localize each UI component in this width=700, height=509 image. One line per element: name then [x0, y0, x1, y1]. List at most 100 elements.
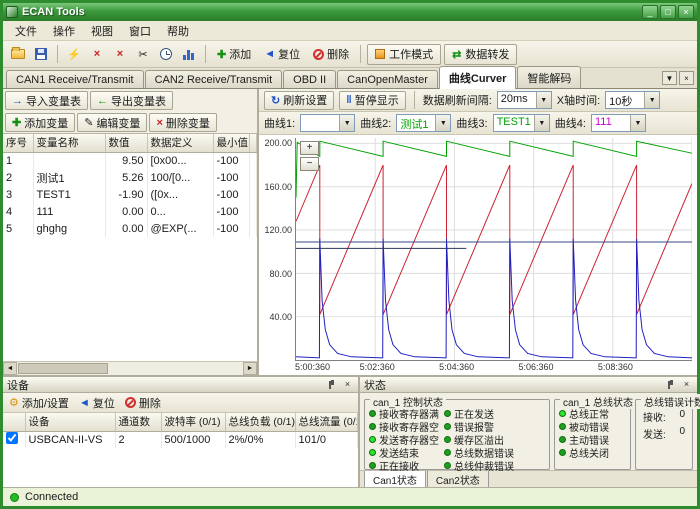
status-item: 总线仲裁错误: [444, 459, 514, 472]
menu-view[interactable]: 视图: [83, 21, 121, 41]
tab-can2[interactable]: CAN2 Receive/Transmit: [145, 70, 283, 88]
device-add-settings-button[interactable]: ⚙ 添加/设置: [9, 395, 69, 411]
chevron-down-icon[interactable]: ▼: [644, 92, 659, 108]
column-header-baud[interactable]: 波特率 (0/1): [161, 413, 225, 431]
chevron-down-icon[interactable]: ▼: [536, 92, 551, 108]
work-mode-button[interactable]: 工作模式: [367, 44, 441, 65]
curve2-value: 测试1: [397, 115, 435, 131]
variable-row[interactable]: 4 111 0.00 0... -100: [3, 203, 257, 220]
refresh-settings-button[interactable]: ↻ 刷新设置: [264, 91, 334, 110]
tab-decode[interactable]: 智能解码: [517, 66, 581, 88]
clear-button[interactable]: ×: [110, 44, 130, 64]
timer-button[interactable]: [156, 44, 176, 64]
connect-button[interactable]: ⚡: [64, 44, 84, 64]
column-header-definition[interactable]: 数据定义: [147, 134, 213, 152]
gear-icon: ⚙: [9, 396, 19, 409]
column-header-traffic[interactable]: 总线流量 (0/1): [295, 413, 358, 431]
curve3-select[interactable]: TEST1 ▼: [493, 114, 550, 132]
menu-file[interactable]: 文件: [7, 21, 45, 41]
edit-variable-button[interactable]: ✎ 编辑变量: [77, 113, 147, 132]
menu-operate[interactable]: 操作: [45, 21, 83, 41]
toolbar-separator: [360, 45, 361, 63]
pin-icon[interactable]: [329, 381, 331, 389]
pin-icon[interactable]: [668, 381, 670, 389]
zoom-out-button[interactable]: −: [300, 157, 319, 171]
variable-row[interactable]: 1 9.50 [0x00... -100: [3, 152, 257, 169]
tab-canopen[interactable]: CanOpenMaster: [337, 70, 438, 88]
chevron-down-icon[interactable]: ▼: [339, 115, 354, 131]
maximize-button[interactable]: □: [660, 5, 676, 19]
device-enabled-checkbox[interactable]: [6, 432, 18, 444]
column-header-channels[interactable]: 通道数: [115, 413, 161, 431]
horizontal-scrollbar[interactable]: ◄ ►: [3, 361, 257, 375]
statistics-button[interactable]: [179, 44, 199, 64]
variable-row[interactable]: 5 ghghg 0.00 @EXP(... -100: [3, 220, 257, 237]
zoom-in-button[interactable]: +: [300, 141, 319, 155]
scroll-right-icon[interactable]: ►: [243, 362, 257, 375]
tab-list-button[interactable]: ▼: [662, 71, 677, 85]
control-status-title: can_1 控制状态: [370, 394, 446, 409]
panel-close-icon[interactable]: ×: [680, 379, 693, 391]
column-header-min[interactable]: 最小值: [213, 134, 249, 152]
status-panel: 状态 × can_1 控制状态 接收寄存器满 接收寄存器空 发送寄存器空 发送结…: [360, 377, 697, 487]
pencil-icon: ✎: [84, 116, 93, 129]
xaxis-time-select[interactable]: 10秒 ▼: [605, 91, 660, 109]
data-forward-button[interactable]: ⇄ 数据转发: [444, 44, 517, 65]
status-led-icon: [369, 436, 376, 443]
import-variables-button[interactable]: → 导入变量表: [5, 91, 88, 110]
scrollbar-thumb[interactable]: [18, 363, 108, 374]
column-header-device[interactable]: 设备: [25, 413, 115, 431]
add-variable-button[interactable]: ✚ 添加变量: [5, 113, 75, 132]
device-panel: 设备 × ⚙ 添加/设置 ◄ 复位 删除: [3, 377, 360, 487]
delete-variable-button[interactable]: × 删除变量: [149, 113, 216, 132]
plot-area[interactable]: + −: [295, 138, 692, 361]
tab-can1[interactable]: CAN1 Receive/Transmit: [6, 70, 144, 88]
chevron-down-icon[interactable]: ▼: [630, 115, 645, 131]
status-item-label: 正在接收: [379, 459, 419, 472]
device-row[interactable]: USBCAN-II-VS 2 500/1000 2%/0% 101/0: [3, 431, 358, 448]
interval-select[interactable]: 20ms ▼: [497, 91, 552, 109]
cell-channels: 2: [115, 431, 161, 448]
open-file-button[interactable]: [8, 44, 28, 64]
device-reset-button[interactable]: ◄ 复位: [79, 395, 115, 411]
cell-min: -100: [213, 203, 249, 220]
menu-window[interactable]: 窗口: [121, 21, 159, 41]
curve-plot-svg: [296, 138, 692, 360]
tab-curve[interactable]: 曲线Curver: [439, 66, 516, 89]
column-header-name[interactable]: 变量名称: [33, 134, 105, 152]
pause-display-button[interactable]: ‖ 暂停显示: [339, 91, 405, 110]
cell-definition: 100/[0...: [147, 169, 213, 186]
chevron-down-icon[interactable]: ▼: [435, 115, 450, 131]
save-file-button[interactable]: [31, 44, 51, 64]
delete-button[interactable]: 删除: [308, 44, 354, 64]
minimize-button[interactable]: _: [642, 5, 658, 19]
close-button[interactable]: ×: [678, 5, 694, 19]
reset-button[interactable]: ◄ 复位: [259, 44, 305, 64]
connection-status-icon: [10, 493, 19, 502]
column-header-no[interactable]: 序号: [3, 134, 33, 152]
variable-row[interactable]: 2 测试1 5.26 100/[0... -100: [3, 169, 257, 186]
tab-close-button[interactable]: ×: [679, 71, 694, 85]
curve1-select[interactable]: ▼: [300, 114, 355, 132]
column-header-value[interactable]: 数值: [105, 134, 147, 152]
add-button[interactable]: ✚ 添加: [212, 44, 256, 64]
tab-obd2[interactable]: OBD II: [283, 70, 336, 88]
status-item-label: 缓存区溢出: [454, 433, 504, 446]
export-variables-button[interactable]: ← 导出变量表: [90, 91, 173, 110]
cell-min: -100: [213, 152, 249, 169]
stop-button[interactable]: ×: [87, 44, 107, 64]
device-delete-button[interactable]: 删除: [125, 395, 161, 411]
curve3-label: 曲线3:: [456, 115, 487, 131]
panel-close-icon[interactable]: ×: [341, 379, 354, 391]
curve2-select[interactable]: 测试1 ▼: [396, 114, 451, 132]
chevron-down-icon[interactable]: ▼: [534, 115, 549, 131]
curve4-select[interactable]: 111 ▼: [591, 114, 646, 132]
variable-row[interactable]: 3 TEST1 -1.90 ([0x... -100: [3, 186, 257, 203]
cut-button[interactable]: ✂: [133, 44, 153, 64]
column-header-load[interactable]: 总线负载 (0/1): [225, 413, 295, 431]
cell-device: USBCAN-II-VS: [25, 431, 115, 448]
scroll-left-icon[interactable]: ◄: [3, 362, 17, 375]
cell-value: 0.00: [105, 203, 147, 220]
menu-help[interactable]: 帮助: [159, 21, 197, 41]
status-led-icon: [444, 462, 451, 469]
